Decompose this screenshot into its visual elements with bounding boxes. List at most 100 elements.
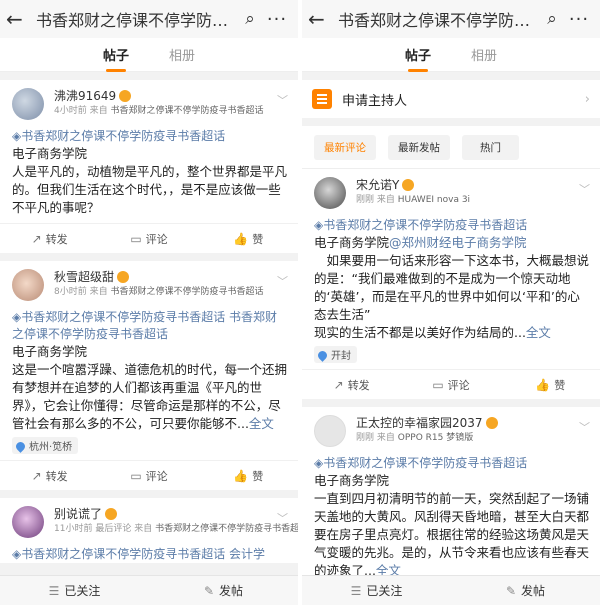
sort-latest-comment[interactable]: 最新评论 <box>314 134 376 160</box>
full-text-link[interactable]: 全文 <box>249 416 274 431</box>
menu-icon: ☰ <box>350 584 362 598</box>
post-time: 8小时前 <box>54 287 87 297</box>
post-source: OPPO R15 梦镜版 <box>397 433 474 443</box>
sort-hot[interactable]: 热门 <box>462 134 519 160</box>
action-bar: ↗ 转发 ▭ 评论 👍 赞 <box>0 460 298 490</box>
topic-link[interactable]: ◈书香郑财之停课不停学防疫寻书香超话 书香郑财之停课不停学防疫寻书香超话 <box>12 309 288 343</box>
post-time: 刚刚 <box>356 195 375 205</box>
arrow-left-icon[interactable]: ← <box>6 7 30 31</box>
post-card[interactable]: 宋允诺Y 刚刚 来自 HUAWEI nova 3i ﹀ ◈书香郑财之停课不停学防… <box>302 168 600 399</box>
post-card[interactable]: 沸沸91649 4小时前 来自 书香郑财之停课不停学防疫寻书香超话 ﹀ ◈书香郑… <box>0 80 298 253</box>
tab-posts[interactable]: 帖子 <box>103 41 129 72</box>
right-screen: ← 书香郑财之停课不停学防疫寻书香超话 ⌕ ··· 帖子 相册 申请主持人 › … <box>302 0 600 605</box>
username[interactable]: 沸沸91649 <box>54 89 116 103</box>
new-post-button[interactable]: ✎ 发帖 <box>451 582 600 599</box>
edit-icon: ✎ <box>203 584 215 598</box>
username[interactable]: 正太控的幸福家园2037 <box>356 416 483 430</box>
post-source: 书香郑财之停课不停学防疫寻书香超话 <box>110 106 264 116</box>
page-title: 书香郑财之停课不停学防疫寻书香超话 <box>36 11 238 30</box>
chevron-right-icon: › <box>584 91 590 107</box>
comment-button[interactable]: ▭ 评论 <box>99 231 198 247</box>
topic-link[interactable]: ◈书香郑财之停课不停学防疫寻书香超话 <box>314 455 590 472</box>
repost-button[interactable]: ↗ 转发 <box>0 468 99 484</box>
from-label: 来自 <box>376 433 395 443</box>
bottom-bar: ☰ 已关注 ✎ 发帖 <box>302 575 600 605</box>
badge-icon <box>119 90 132 102</box>
post-body: 电子商务学院 人是平凡的，动植物是平凡的，整个世界都是平凡的。但我们生活在这个时… <box>12 146 288 215</box>
more-menu-button[interactable]: ··· <box>564 9 594 30</box>
topic-link[interactable]: ◈书香郑财之停课不停学防疫寻书香超话 <box>314 217 590 234</box>
reply-label: 最后评论 <box>95 524 132 534</box>
avatar[interactable] <box>12 88 44 120</box>
chevron-down-icon[interactable]: ﹀ <box>579 419 590 435</box>
chevron-down-icon[interactable]: ﹀ <box>277 273 288 289</box>
avatar[interactable] <box>314 415 346 447</box>
repost-icon: ↗ <box>31 231 42 246</box>
follow-button[interactable]: ☰ 已关注 <box>0 582 149 599</box>
like-button[interactable]: 👍 赞 <box>199 231 298 247</box>
search-icon[interactable]: ⌕ <box>540 9 564 29</box>
post-body: 如果要用一句话来形容一下这本书，大概最想说的是：“我们最难做到的不是成为一个惊天… <box>314 253 590 340</box>
apply-host-row[interactable]: 申请主持人 › <box>302 80 600 118</box>
post-body: 电子商务学院 这是一个喧嚣浮躁、道德危机的时代，每一个还拥有梦想并在追梦的人们都… <box>12 344 288 431</box>
comment-icon: ▭ <box>130 231 142 246</box>
comment-button[interactable]: ▭ 评论 <box>99 468 198 484</box>
username[interactable]: 别说谎了 <box>54 507 102 521</box>
action-bar: ↗ 转发 ▭ 评论 👍 赞 <box>0 223 298 253</box>
avatar[interactable] <box>314 177 346 209</box>
location-icon <box>316 349 329 362</box>
post-source: 书香郑财之停课不停学防疫寻书香超话 <box>110 287 264 297</box>
post-card[interactable]: 别说谎了 11小时前 最后评论 来自 书香郑财之停课不停学防疫寻书香超话 ﹀ ◈… <box>0 498 298 563</box>
location-tag[interactable]: 杭州·笕桥 <box>12 437 79 454</box>
post-card[interactable]: 秋雪超级甜 8小时前 来自 书香郑财之停课不停学防疫寻书香超话 ﹀ ◈书香郑财之… <box>0 261 298 490</box>
more-menu-button[interactable]: ··· <box>262 9 292 30</box>
full-text-link[interactable]: 全文 <box>526 325 551 340</box>
username[interactable]: 秋雪超级甜 <box>54 270 114 284</box>
apply-host-label: 申请主持人 <box>342 93 408 109</box>
tab-album[interactable]: 相册 <box>169 41 195 68</box>
post-body: 电子商务学院 一直到四月初清明节的前一天，突然刮起了一场铺天盖地的大黄风。风刮得… <box>314 473 590 578</box>
avatar[interactable] <box>12 506 44 538</box>
badge-icon <box>117 271 130 283</box>
page-title: 书香郑财之停课不停学防疫寻书香超话 <box>338 11 540 30</box>
post-source: HUAWEI nova 3i <box>397 195 471 205</box>
mention-link[interactable]: @郑州财经电子商务学院 <box>389 235 527 250</box>
top-bar: ← 书香郑财之停课不停学防疫寻书香超话 ⌕ ··· <box>0 0 298 38</box>
comment-icon: ▭ <box>432 377 444 392</box>
chevron-down-icon[interactable]: ﹀ <box>277 92 288 108</box>
follow-button[interactable]: ☰ 已关注 <box>302 582 451 599</box>
like-button[interactable]: 👍 赞 <box>501 377 600 393</box>
chevron-down-icon[interactable]: ﹀ <box>277 510 288 526</box>
topic-link[interactable]: ◈书香郑财之停课不停学防疫寻书香超话 <box>12 128 288 145</box>
comment-button[interactable]: ▭ 评论 <box>401 377 500 393</box>
like-icon: 👍 <box>535 377 551 392</box>
repost-icon: ↗ <box>31 468 42 483</box>
repost-icon: ↗ <box>333 377 344 392</box>
like-icon: 👍 <box>233 231 249 246</box>
location-tag[interactable]: 开封 <box>314 346 357 363</box>
chevron-down-icon[interactable]: ﹀ <box>579 181 590 197</box>
arrow-left-icon[interactable]: ← <box>308 7 332 31</box>
from-label: 来自 <box>376 195 395 205</box>
tab-posts[interactable]: 帖子 <box>405 41 431 72</box>
post-card[interactable]: 正太控的幸福家园2037 刚刚 来自 OPPO R15 梦镜版 ﹀ ◈书香郑财之… <box>302 407 600 580</box>
repost-button[interactable]: ↗ 转发 <box>302 377 401 393</box>
topic-link[interactable]: ◈书香郑财之停课不停学防疫寻书香超话 会计学 <box>12 546 288 563</box>
new-post-button[interactable]: ✎ 发帖 <box>149 582 298 599</box>
sort-latest-post[interactable]: 最新发帖 <box>388 134 450 160</box>
badge-icon <box>105 508 118 520</box>
search-icon[interactable]: ⌕ <box>238 9 262 29</box>
host-icon <box>312 89 332 109</box>
tab-bar: 帖子 相册 <box>0 38 298 72</box>
badge-icon <box>485 417 498 429</box>
like-button[interactable]: 👍 赞 <box>199 468 298 484</box>
badge-icon <box>402 179 415 191</box>
tab-album[interactable]: 相册 <box>471 41 497 68</box>
username[interactable]: 宋允诺Y <box>356 178 399 192</box>
from-label: 来自 <box>89 106 108 116</box>
edit-icon: ✎ <box>505 584 517 598</box>
avatar[interactable] <box>12 269 44 301</box>
top-bar: ← 书香郑财之停课不停学防疫寻书香超话 ⌕ ··· <box>302 0 600 38</box>
repost-button[interactable]: ↗ 转发 <box>0 231 99 247</box>
comment-icon: ▭ <box>130 468 142 483</box>
